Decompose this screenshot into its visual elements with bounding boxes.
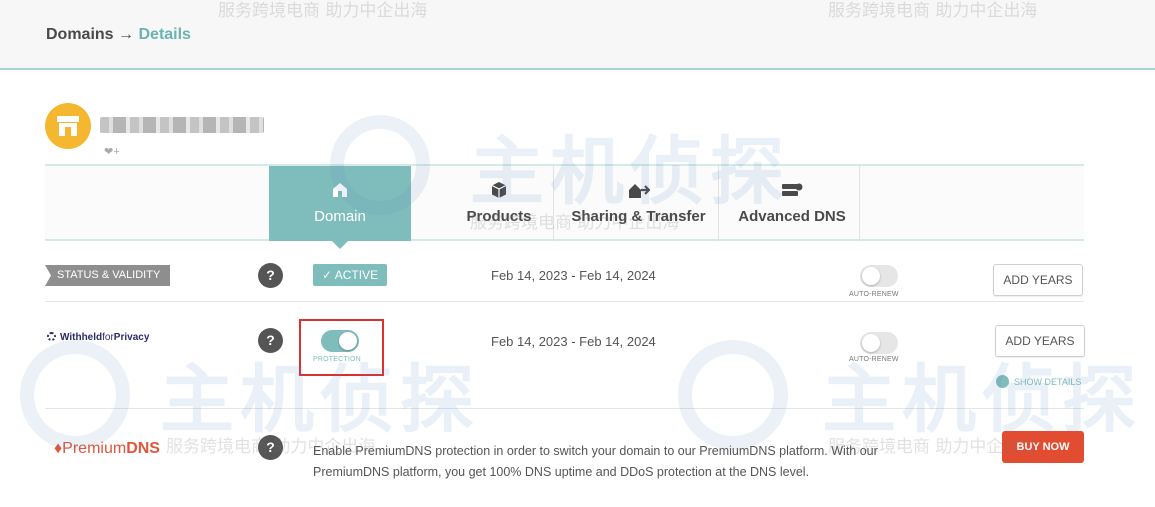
transfer-icon <box>628 184 650 198</box>
storefront-icon <box>57 116 79 136</box>
tab-advanced-dns-label: Advanced DNS <box>738 208 846 225</box>
page-header: Domains → Details <box>0 0 1155 70</box>
premium-dns-description: Enable PremiumDNS protection in order to… <box>313 444 878 479</box>
breadcrumb-domains-link[interactable]: Domains <box>46 26 114 43</box>
tab-separator <box>859 166 860 241</box>
status-add-years-button[interactable]: ADD YEARS <box>993 264 1083 296</box>
logo-part: for <box>102 332 114 343</box>
privacy-autorenew-toggle[interactable] <box>860 332 898 354</box>
logo-part: Privacy <box>113 332 150 343</box>
tab-separator <box>553 166 554 241</box>
box-icon <box>491 182 507 198</box>
show-details-label: SHOW DETAILS <box>1014 377 1082 387</box>
toggle-knob <box>862 334 880 352</box>
premium-help-icon[interactable]: ? <box>258 435 283 460</box>
status-autorenew-label: AUTO-RENEW <box>849 291 899 298</box>
premium-dns-logo: ♦PremiumDNS <box>54 440 160 458</box>
privacy-autorenew-label: AUTO-RENEW <box>849 356 899 363</box>
privacy-add-years-button[interactable]: ADD YEARS <box>995 325 1085 357</box>
tab-domain-label: Domain <box>314 208 366 225</box>
privacy-dot-icon <box>47 332 56 341</box>
domain-tabs: Domain Products Sharing & Transfer Advan… <box>45 164 1084 249</box>
logo-part: DNS <box>126 440 160 457</box>
logo-part: Withheld <box>60 332 103 343</box>
domain-store-avatar <box>45 103 91 149</box>
status-validity-dates: Feb 14, 2023 - Feb 14, 2024 <box>491 268 656 283</box>
dns-server-icon <box>782 183 803 196</box>
tab-products[interactable]: Products <box>445 166 553 241</box>
tab-products-label: Products <box>466 208 532 225</box>
tab-domain[interactable]: Domain <box>269 166 411 249</box>
show-details-icon <box>996 375 1009 388</box>
diamond-icon: ♦ <box>54 440 63 457</box>
show-details-link[interactable]: SHOW DETAILS <box>996 375 1081 388</box>
house-icon <box>333 183 347 197</box>
status-badge: ✓ ACTIVE <box>313 264 388 286</box>
row-divider <box>45 408 1084 409</box>
tab-advanced-dns[interactable]: Advanced DNS <box>727 166 857 241</box>
logo-part: Premium <box>62 440 127 457</box>
buy-now-button[interactable]: BUY NOW <box>1002 431 1084 463</box>
privacy-help-icon[interactable]: ? <box>258 328 283 353</box>
withheld-for-privacy-logo: WithheldforPrivacy <box>47 332 149 343</box>
domain-name-blurred <box>100 117 264 133</box>
status-help-icon[interactable]: ? <box>258 263 283 288</box>
tab-sharing-transfer-label: Sharing & Transfer <box>571 208 706 225</box>
watermark-logo-icon <box>20 340 130 450</box>
status-validity-label: STATUS & VALIDITY <box>45 265 171 286</box>
status-autorenew-toggle[interactable] <box>860 265 898 287</box>
breadcrumb: Domains → Details <box>46 26 191 44</box>
toggle-knob <box>862 267 880 285</box>
domain-tag-icon[interactable]: ❤+ <box>104 145 120 158</box>
privacy-validity-dates: Feb 14, 2023 - Feb 14, 2024 <box>491 334 656 349</box>
row-divider <box>45 301 1084 302</box>
tab-sharing-transfer[interactable]: Sharing & Transfer <box>560 166 717 241</box>
tab-separator <box>718 166 719 241</box>
breadcrumb-separator: → <box>118 26 135 43</box>
watermark-logo-icon <box>678 340 788 450</box>
breadcrumb-current: Details <box>138 26 191 43</box>
protection-highlight-box <box>299 319 384 376</box>
